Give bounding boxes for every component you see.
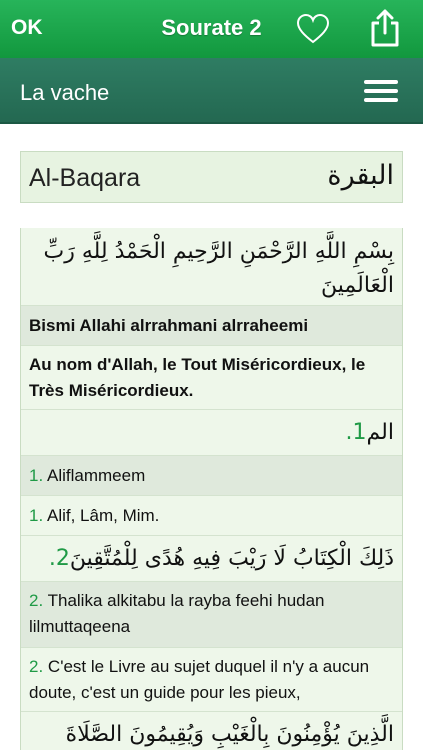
verse-number: 1. bbox=[29, 466, 44, 485]
bismillah-french-text: Au nom d'Allah, le Tout Miséricordieux, … bbox=[29, 355, 366, 400]
verse-translit-text: Thalika alkitabu la rayba feehi hudan li… bbox=[29, 591, 325, 636]
surah-name-bar: La vache bbox=[0, 58, 423, 124]
surah-header-card: Al-Baqara البقرة bbox=[20, 151, 403, 203]
heart-icon[interactable] bbox=[296, 13, 330, 45]
bismillah-arabic[interactable]: بِسْمِ اللَّهِ الرَّحْمَنِ الرَّحِيمِ ال… bbox=[21, 228, 402, 306]
surah-latin-name: Al-Baqara bbox=[29, 164, 141, 192]
verse-arabic-text: الَّذِينَ يُؤْمِنُونَ بِالْغَيْبِ وَيُقِ… bbox=[65, 722, 394, 747]
verse-number: 2. bbox=[48, 546, 70, 571]
surah-arabic-name: البقرة bbox=[327, 160, 394, 190]
verse-translit-text: Aliflammeem bbox=[46, 466, 146, 485]
verse-arabic-text: ذَلِكَ الْكِتَابُ لَا رَيْبَ فِيهِ هُدًى… bbox=[69, 546, 394, 571]
verse-french-text: C'est le Livre au sujet duquel il n'y a … bbox=[29, 657, 370, 702]
verse-2-arabic[interactable]: ذَلِكَ الْكِتَابُ لَا رَيْبَ فِيهِ هُدًى… bbox=[21, 536, 402, 582]
verse-1-transliteration[interactable]: 1. Aliflammeem bbox=[21, 456, 402, 496]
verses-list[interactable]: بِسْمِ اللَّهِ الرَّحْمَنِ الرَّحِيمِ ال… bbox=[20, 228, 403, 750]
verse-2-transliteration[interactable]: 2. Thalika alkitabu la rayba feehi hudan… bbox=[21, 582, 402, 648]
verse-1-arabic[interactable]: الم1. bbox=[21, 410, 402, 456]
bismillah-arabic-text: بِسْمِ اللَّهِ الرَّحْمَنِ الرَّحِيمِ ال… bbox=[43, 239, 395, 298]
verse-arabic-text: الم bbox=[366, 420, 394, 445]
share-icon[interactable] bbox=[370, 9, 400, 47]
bismillah-translit-text: Bismi Allahi alrrahmani alrraheemi bbox=[29, 316, 309, 335]
verse-number: 2. bbox=[29, 591, 44, 610]
hamburger-menu-icon[interactable] bbox=[364, 80, 398, 102]
verse-1-translation[interactable]: 1. Alif, Lâm, Mim. bbox=[21, 496, 402, 536]
verse-2-translation[interactable]: 2. C'est le Livre au sujet duquel il n'y… bbox=[21, 648, 402, 712]
verse-number: 2. bbox=[29, 657, 44, 676]
verse-number: 1. bbox=[345, 420, 367, 445]
verse-number: 1. bbox=[29, 506, 44, 525]
surah-name: La vache bbox=[20, 80, 110, 105]
verse-3-arabic[interactable]: الَّذِينَ يُؤْمِنُونَ بِالْغَيْبِ وَيُقِ… bbox=[21, 712, 402, 750]
bismillah-transliteration[interactable]: Bismi Allahi alrrahmani alrraheemi bbox=[21, 306, 402, 346]
top-navigation-bar: OK Sourate 2 bbox=[0, 0, 423, 58]
verse-french-text: Alif, Lâm, Mim. bbox=[46, 506, 160, 525]
page-title: Sourate 2 bbox=[161, 15, 262, 40]
bismillah-translation[interactable]: Au nom d'Allah, le Tout Miséricordieux, … bbox=[21, 346, 402, 410]
